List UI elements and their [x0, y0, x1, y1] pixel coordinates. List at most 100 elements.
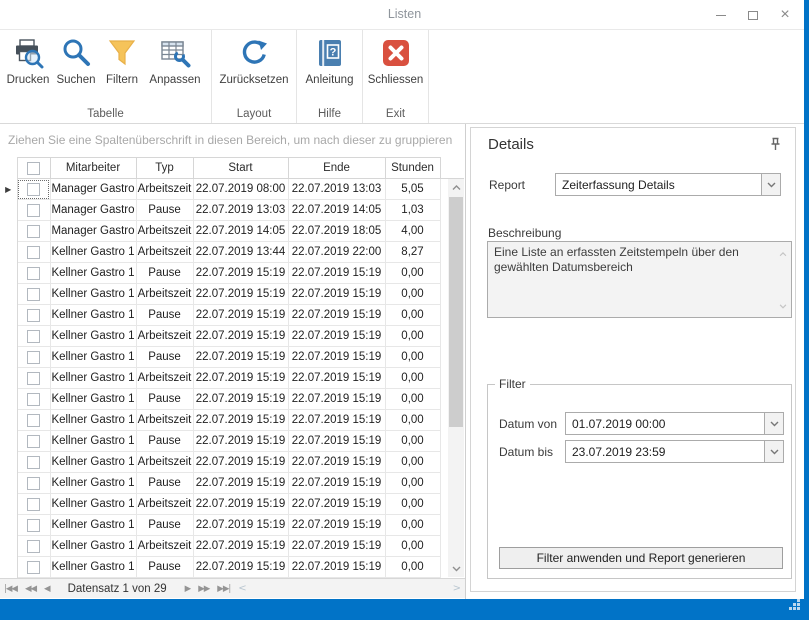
- cell-typ[interactable]: Pause: [136, 389, 193, 410]
- scroll-down-icon[interactable]: [448, 560, 464, 577]
- cell-stunden[interactable]: 0,00: [385, 389, 440, 410]
- cell-typ[interactable]: Arbeitszeit: [136, 536, 193, 557]
- cell-mitarbeiter[interactable]: Kellner Gastro 1: [50, 494, 136, 515]
- cell-typ[interactable]: Pause: [136, 305, 193, 326]
- row-checkbox[interactable]: [27, 225, 40, 238]
- table-row[interactable]: Kellner Gastro 1Pause22.07.2019 15:1922.…: [0, 305, 464, 326]
- cell-stunden[interactable]: 0,00: [385, 557, 440, 578]
- table-row[interactable]: Manager GastroPause22.07.2019 13:0322.07…: [0, 200, 464, 221]
- select-all-checkbox[interactable]: [27, 162, 40, 175]
- cell-stunden[interactable]: 0,00: [385, 326, 440, 347]
- cell-start[interactable]: 22.07.2019 15:19: [193, 326, 288, 347]
- table-row[interactable]: Kellner Gastro 1Pause22.07.2019 15:1922.…: [0, 473, 464, 494]
- cell-start[interactable]: 22.07.2019 15:19: [193, 431, 288, 452]
- row-checkbox[interactable]: [27, 519, 40, 532]
- column-header-stunden[interactable]: Stunden: [385, 158, 440, 179]
- table-row[interactable]: Kellner Gastro 1Pause22.07.2019 15:1922.…: [0, 557, 464, 578]
- cell-ende[interactable]: 22.07.2019 15:19: [288, 494, 385, 515]
- row-checkbox[interactable]: [27, 414, 40, 427]
- table-row[interactable]: Kellner Gastro 1Arbeitszeit22.07.2019 15…: [0, 536, 464, 557]
- cell-stunden[interactable]: 1,03: [385, 200, 440, 221]
- beschreibung-textarea[interactable]: Eine Liste an erfassten Zeitstempeln übe…: [487, 241, 792, 318]
- cell-typ[interactable]: Arbeitszeit: [136, 284, 193, 305]
- table-row[interactable]: Kellner Gastro 1Pause22.07.2019 15:1922.…: [0, 263, 464, 284]
- cell-stunden[interactable]: 8,27: [385, 242, 440, 263]
- scrollbar-thumb[interactable]: [449, 197, 463, 427]
- cell-mitarbeiter[interactable]: Kellner Gastro 1: [50, 368, 136, 389]
- column-header-ende[interactable]: Ende: [288, 158, 385, 179]
- cell-stunden[interactable]: 0,00: [385, 473, 440, 494]
- pin-icon[interactable]: [770, 137, 781, 154]
- cell-typ[interactable]: Arbeitszeit: [136, 221, 193, 242]
- cell-stunden[interactable]: 0,00: [385, 368, 440, 389]
- next-page-button[interactable]: ▶▶: [194, 584, 213, 594]
- table-row[interactable]: Kellner Gastro 1Arbeitszeit22.07.2019 15…: [0, 410, 464, 431]
- reset-button[interactable]: Zurücksetzen: [213, 35, 295, 86]
- datum-bis-dropdown[interactable]: 23.07.2019 23:59: [565, 440, 784, 463]
- cell-stunden[interactable]: 0,00: [385, 410, 440, 431]
- cell-mitarbeiter[interactable]: Kellner Gastro 1: [50, 284, 136, 305]
- cell-start[interactable]: 22.07.2019 15:19: [193, 452, 288, 473]
- vertical-scrollbar[interactable]: [448, 179, 464, 577]
- table-row[interactable]: Kellner Gastro 1Arbeitszeit22.07.2019 15…: [0, 452, 464, 473]
- row-checkbox[interactable]: [27, 267, 40, 280]
- cell-ende[interactable]: 22.07.2019 15:19: [288, 410, 385, 431]
- cell-ende[interactable]: 22.07.2019 15:19: [288, 368, 385, 389]
- report-dropdown[interactable]: Zeiterfassung Details: [555, 173, 781, 196]
- cell-typ[interactable]: Arbeitszeit: [136, 368, 193, 389]
- cell-ende[interactable]: 22.07.2019 15:19: [288, 389, 385, 410]
- hscroll-left-icon[interactable]: <: [234, 583, 250, 594]
- table-row[interactable]: Kellner Gastro 1Arbeitszeit22.07.2019 15…: [0, 494, 464, 515]
- group-by-area[interactable]: Ziehen Sie eine Spaltenüberschrift in di…: [0, 124, 465, 157]
- scroll-up-icon[interactable]: [448, 179, 464, 196]
- cell-stunden[interactable]: 5,05: [385, 179, 440, 200]
- cell-mitarbeiter[interactable]: Manager Gastro: [50, 221, 136, 242]
- table-row[interactable]: Kellner Gastro 1Arbeitszeit22.07.2019 13…: [0, 242, 464, 263]
- cell-stunden[interactable]: 0,00: [385, 284, 440, 305]
- cell-mitarbeiter[interactable]: Kellner Gastro 1: [50, 452, 136, 473]
- chevron-down-icon[interactable]: [764, 413, 783, 434]
- cell-ende[interactable]: 22.07.2019 15:19: [288, 326, 385, 347]
- cell-start[interactable]: 22.07.2019 15:19: [193, 557, 288, 578]
- cell-typ[interactable]: Pause: [136, 515, 193, 536]
- cell-start[interactable]: 22.07.2019 15:19: [193, 305, 288, 326]
- row-checkbox[interactable]: [27, 456, 40, 469]
- cell-typ[interactable]: Arbeitszeit: [136, 452, 193, 473]
- table-row[interactable]: Kellner Gastro 1Pause22.07.2019 15:1922.…: [0, 389, 464, 410]
- cell-ende[interactable]: 22.07.2019 15:19: [288, 557, 385, 578]
- cell-stunden[interactable]: 0,00: [385, 431, 440, 452]
- row-checkbox[interactable]: [27, 498, 40, 511]
- cell-typ[interactable]: Pause: [136, 200, 193, 221]
- cell-start[interactable]: 22.07.2019 15:19: [193, 536, 288, 557]
- row-checkbox[interactable]: [27, 393, 40, 406]
- row-checkbox[interactable]: [27, 351, 40, 364]
- cell-stunden[interactable]: 0,00: [385, 452, 440, 473]
- cell-mitarbeiter[interactable]: Kellner Gastro 1: [50, 242, 136, 263]
- minimize-button[interactable]: [705, 0, 737, 30]
- cell-start[interactable]: 22.07.2019 15:19: [193, 473, 288, 494]
- chevron-down-icon[interactable]: [764, 441, 783, 462]
- close-button[interactable]: ×: [769, 0, 801, 30]
- cell-ende[interactable]: 22.07.2019 22:00: [288, 242, 385, 263]
- cell-stunden[interactable]: 0,00: [385, 515, 440, 536]
- cell-start[interactable]: 22.07.2019 14:05: [193, 221, 288, 242]
- cell-ende[interactable]: 22.07.2019 15:19: [288, 284, 385, 305]
- hscroll-right-icon[interactable]: >: [449, 583, 465, 594]
- row-checkbox[interactable]: [27, 435, 40, 448]
- cell-start[interactable]: 22.07.2019 15:19: [193, 389, 288, 410]
- cell-mitarbeiter[interactable]: Kellner Gastro 1: [50, 326, 136, 347]
- row-checkbox[interactable]: [27, 477, 40, 490]
- next-record-button[interactable]: ▶: [181, 584, 195, 594]
- cell-start[interactable]: 22.07.2019 15:19: [193, 515, 288, 536]
- table-row[interactable]: ▶Manager GastroArbeitszeit22.07.2019 08:…: [0, 179, 464, 200]
- cell-mitarbeiter[interactable]: Kellner Gastro 1: [50, 431, 136, 452]
- cell-ende[interactable]: 22.07.2019 15:19: [288, 347, 385, 368]
- table-row[interactable]: Kellner Gastro 1Arbeitszeit 22.07.2019 15…: [0, 368, 464, 389]
- row-checkbox[interactable]: [27, 309, 40, 322]
- cell-ende[interactable]: 22.07.2019 18:05: [288, 221, 385, 242]
- cell-mitarbeiter[interactable]: Kellner Gastro 1: [50, 389, 136, 410]
- cell-mitarbeiter[interactable]: Kellner Gastro 1: [50, 515, 136, 536]
- maximize-button[interactable]: [737, 0, 769, 30]
- cell-mitarbeiter[interactable]: Manager Gastro: [50, 200, 136, 221]
- row-checkbox[interactable]: [27, 372, 40, 385]
